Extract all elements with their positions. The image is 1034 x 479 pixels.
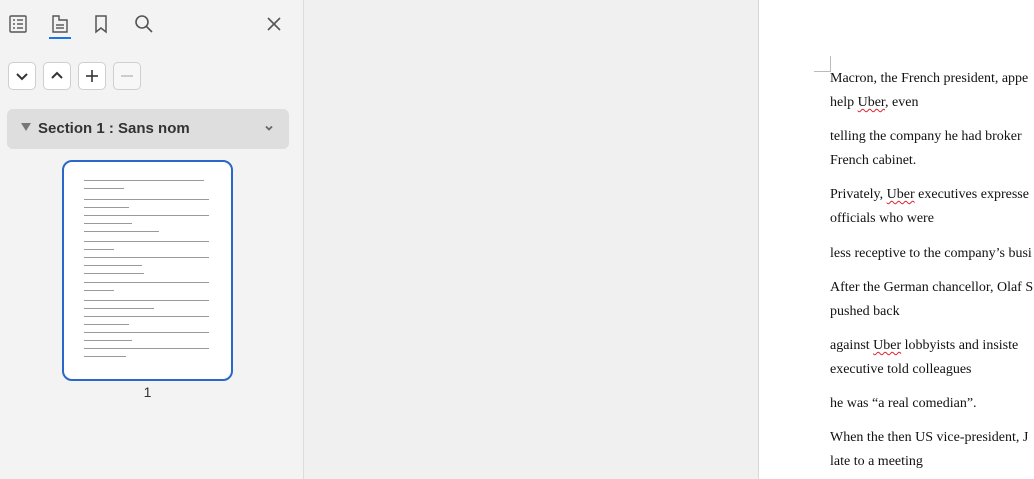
thumbnail-text-line bbox=[84, 356, 126, 358]
thumbnail-text-line bbox=[84, 290, 114, 292]
collapse-up-button[interactable] bbox=[43, 62, 71, 90]
document-line: he was “a real comedian”. bbox=[830, 396, 977, 412]
spelling-flagged-word[interactable]: Uber bbox=[873, 338, 901, 353]
search-icon[interactable] bbox=[132, 12, 156, 36]
spelling-flagged-word[interactable]: Uber bbox=[887, 187, 915, 202]
document-text: executives expresse bbox=[914, 187, 1029, 202]
page-thumbnail[interactable] bbox=[62, 160, 233, 381]
thumbnail-text-line bbox=[84, 300, 209, 302]
thumbnail-text-line bbox=[84, 282, 209, 284]
thumbnail-text-line bbox=[84, 316, 209, 318]
margin-mark bbox=[830, 56, 831, 72]
document-line: officials who were bbox=[830, 211, 934, 227]
plus-icon bbox=[86, 70, 98, 82]
margin-mark bbox=[814, 71, 830, 72]
document-line: French cabinet. bbox=[830, 153, 916, 169]
active-tab-indicator bbox=[49, 37, 71, 39]
sidebar-toolbar bbox=[0, 0, 304, 50]
thumbnail-text-line bbox=[84, 207, 129, 209]
thumbnail-text-line bbox=[84, 180, 204, 182]
document-line: When the then US vice-president, J bbox=[830, 430, 1028, 446]
bookmark-icon[interactable] bbox=[89, 12, 113, 36]
document-text: telling the company he had broker bbox=[830, 129, 1022, 144]
document-line: Privately, Uber executives expresse bbox=[830, 187, 1029, 203]
document-text: executive told colleagues bbox=[830, 362, 972, 377]
thumbnail-text-line bbox=[84, 241, 209, 243]
outline-controls bbox=[8, 62, 141, 90]
document-text: After the German chancellor, Olaf S bbox=[830, 280, 1034, 295]
close-icon[interactable] bbox=[262, 12, 286, 36]
document-text: Macron, the French president, appe bbox=[830, 71, 1029, 86]
thumbnail-text-line bbox=[84, 199, 209, 201]
thumbnail-text-line bbox=[84, 188, 124, 190]
minus-icon bbox=[121, 75, 133, 77]
thumbnail-text-line bbox=[84, 332, 209, 334]
chevron-up-icon bbox=[51, 71, 63, 79]
document-text: he was “a real comedian”. bbox=[830, 396, 977, 411]
document-text: French cabinet. bbox=[830, 153, 917, 168]
section-title: Section 1 : Sans nom bbox=[38, 120, 190, 137]
document-text: lobbyists and insiste bbox=[901, 338, 1019, 353]
section-header[interactable]: Section 1 : Sans nom bbox=[7, 109, 289, 149]
document-text: officials who were bbox=[830, 211, 934, 226]
thumbnail-text-line bbox=[84, 308, 154, 310]
document-text: When the then US vice-president, J bbox=[830, 430, 1029, 445]
document-line: pushed back bbox=[830, 304, 900, 320]
document-text: late to a meeting bbox=[830, 454, 923, 469]
collapse-triangle-icon bbox=[21, 123, 31, 131]
thumbnail-text-line bbox=[84, 249, 114, 251]
toc-icon[interactable] bbox=[6, 12, 30, 36]
thumbnail-text-line bbox=[84, 257, 209, 259]
thumbnail-text-line bbox=[84, 340, 132, 342]
document-line: telling the company he had broker bbox=[830, 129, 1022, 145]
document-line: executive told colleagues bbox=[830, 362, 972, 378]
dropdown-chevron-icon[interactable] bbox=[263, 122, 275, 134]
document-page[interactable]: Macron, the French president, appe help U… bbox=[758, 0, 1034, 479]
document-line: Macron, the French president, appe bbox=[830, 71, 1028, 87]
document-text: Privately, bbox=[830, 187, 887, 202]
document-line: After the German chancellor, Olaf S bbox=[830, 280, 1033, 296]
document-text: help bbox=[830, 95, 858, 110]
thumbnail-page-number: 1 bbox=[143, 384, 152, 400]
document-text: against bbox=[830, 338, 874, 353]
expand-down-button[interactable] bbox=[8, 62, 36, 90]
thumbnail-text-line bbox=[84, 231, 159, 233]
document-line: help Uber, even bbox=[830, 95, 918, 111]
spelling-flagged-word[interactable]: Uber bbox=[858, 95, 885, 110]
thumbnail-text-line bbox=[84, 223, 132, 225]
document-line: less receptive to the company’s busi bbox=[830, 246, 1032, 262]
document-text: less receptive to the company’s busi bbox=[830, 246, 1032, 261]
document-line: against Uber lobbyists and insiste bbox=[830, 338, 1018, 354]
document-text: , even bbox=[885, 95, 919, 110]
add-button[interactable] bbox=[78, 62, 106, 90]
thumbnail-text-line bbox=[84, 324, 129, 326]
thumbnail-text-line bbox=[84, 215, 209, 217]
thumbnail-text-line bbox=[84, 348, 209, 350]
remove-button[interactable] bbox=[113, 62, 141, 90]
navigation-sidebar: Section 1 : Sans nom 1 bbox=[0, 0, 304, 479]
document-text: pushed back bbox=[830, 304, 900, 319]
thumbnail-text-line bbox=[84, 273, 144, 275]
pages-icon[interactable] bbox=[48, 12, 72, 36]
thumbnail-text-line bbox=[84, 265, 142, 267]
chevron-down-icon bbox=[16, 73, 28, 81]
document-line: late to a meeting bbox=[830, 454, 923, 470]
